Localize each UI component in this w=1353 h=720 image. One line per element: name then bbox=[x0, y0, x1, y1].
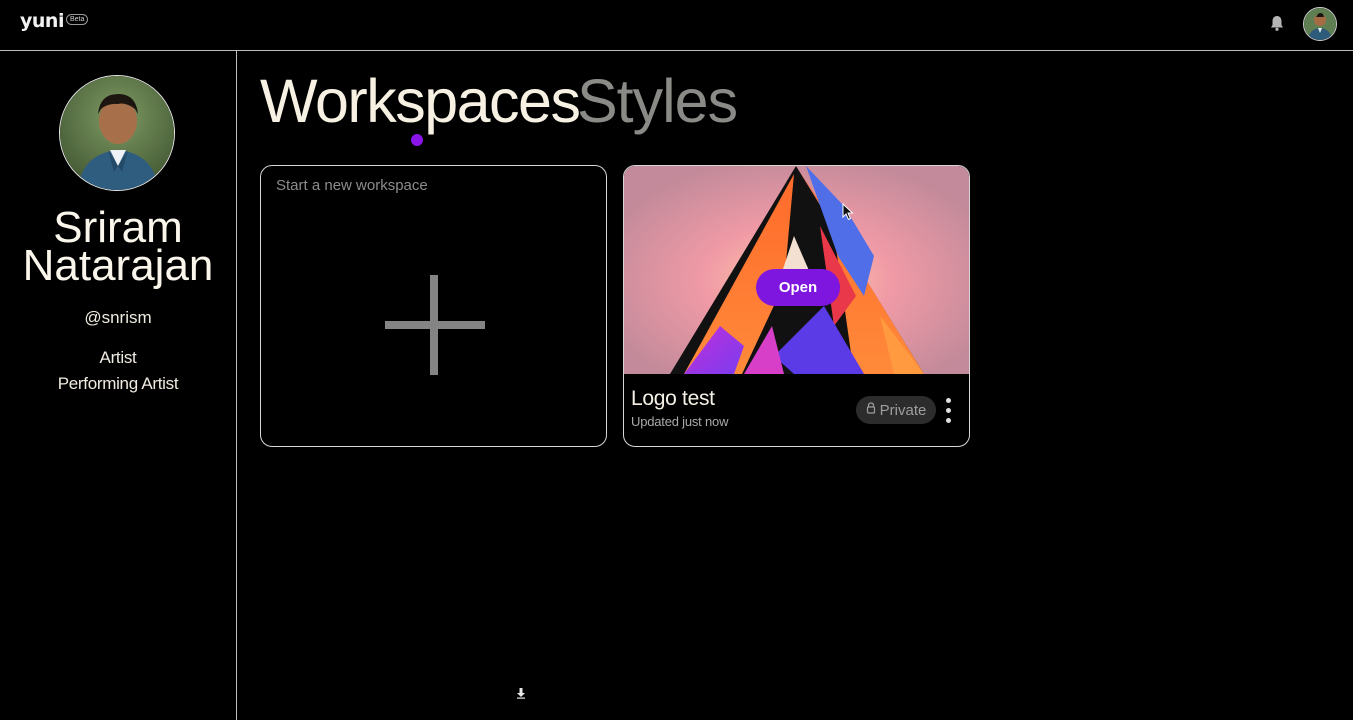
top-bar: yuni Beta bbox=[0, 0, 1353, 51]
profile-role: Artist bbox=[99, 348, 137, 367]
active-tab-indicator bbox=[411, 134, 423, 146]
profile-sidebar: Sriram Natarajan @snrism Artist Performi… bbox=[0, 51, 237, 720]
profile-last-name: Natarajan bbox=[22, 241, 214, 290]
workspace-updated: Updated just now bbox=[631, 414, 729, 429]
new-workspace-card[interactable]: Start a new workspace bbox=[260, 165, 607, 447]
tab-workspaces[interactable]: Workspaces bbox=[260, 66, 581, 136]
workspace-card[interactable]: Open Logo test Updated just now Private bbox=[623, 165, 970, 447]
bell-icon[interactable] bbox=[1268, 14, 1286, 32]
more-options-icon[interactable] bbox=[943, 396, 955, 426]
workspace-thumbnail[interactable]: Open bbox=[624, 166, 969, 374]
profile-avatar bbox=[59, 75, 175, 191]
logo-text: yuni bbox=[20, 10, 64, 32]
beta-badge: Beta bbox=[65, 13, 89, 25]
logo[interactable]: yuni Beta bbox=[20, 10, 89, 32]
profile-role: Performing Artist bbox=[57, 374, 179, 393]
private-badge[interactable]: Private bbox=[856, 396, 936, 424]
new-workspace-label: Start a new workspace bbox=[276, 177, 428, 194]
profile-handle: @snrism bbox=[84, 308, 152, 327]
user-avatar[interactable] bbox=[1303, 7, 1337, 41]
mouse-cursor-icon bbox=[842, 202, 854, 221]
private-label: Private bbox=[879, 401, 927, 419]
tab-styles[interactable]: Styles bbox=[577, 66, 738, 136]
arrow-down-icon[interactable] bbox=[514, 686, 528, 700]
workspace-title[interactable]: Logo test bbox=[631, 387, 715, 411]
lock-icon bbox=[866, 401, 876, 419]
open-button[interactable]: Open bbox=[756, 269, 840, 306]
profile-name: Sriram Natarajan bbox=[0, 206, 236, 290]
